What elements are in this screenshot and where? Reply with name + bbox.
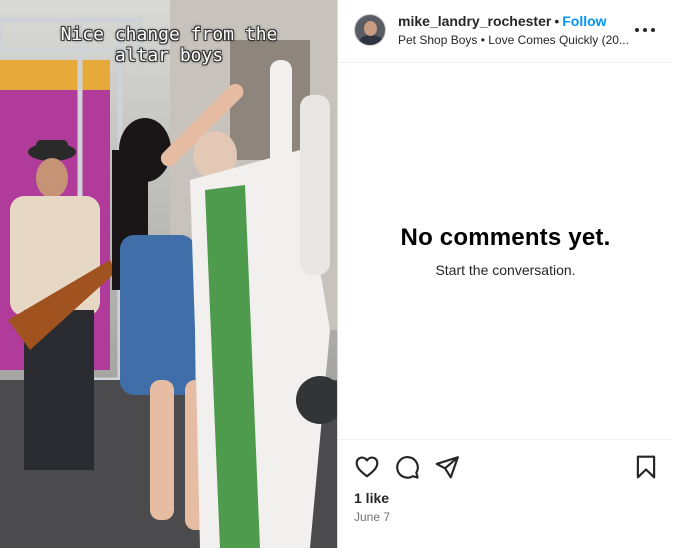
separator-dot: •: [554, 13, 560, 29]
video-frame: [0, 0, 337, 548]
follow-button[interactable]: Follow: [562, 13, 606, 29]
post-header: mike_landry_rochester • Follow Pet Shop Bo…: [338, 0, 673, 63]
post-side-panel: mike_landry_rochester • Follow Pet Shop Bo…: [337, 0, 673, 548]
empty-comments-title: No comments yet.: [400, 223, 611, 251]
audio-link[interactable]: Pet Shop Boys • Love Comes Quickly (20..…: [398, 33, 630, 47]
video-caption-overlay: Nice change from the altar boys: [28, 24, 310, 66]
comments-empty-state: No comments yet. Start the conversation.: [338, 62, 673, 439]
bookmark-icon[interactable]: [633, 454, 659, 480]
caption-line-2: altar boys: [114, 45, 224, 66]
user-line: mike_landry_rochester • Follow: [398, 13, 607, 30]
share-icon[interactable]: [434, 454, 460, 480]
avatar[interactable]: [354, 14, 386, 46]
post-actions: 1 like June 7: [338, 439, 673, 548]
username-link[interactable]: mike_landry_rochester: [398, 13, 551, 29]
more-options-icon[interactable]: [635, 20, 655, 40]
likes-count[interactable]: 1 like: [354, 490, 389, 506]
caption-line-1: Nice change from the: [60, 24, 278, 45]
empty-comments-subtitle: Start the conversation.: [435, 261, 576, 278]
post-video[interactable]: Nice change from the altar boys: [0, 0, 337, 548]
heart-icon[interactable]: [354, 454, 380, 480]
post-date: June 7: [354, 510, 391, 524]
comment-icon[interactable]: [394, 454, 420, 480]
